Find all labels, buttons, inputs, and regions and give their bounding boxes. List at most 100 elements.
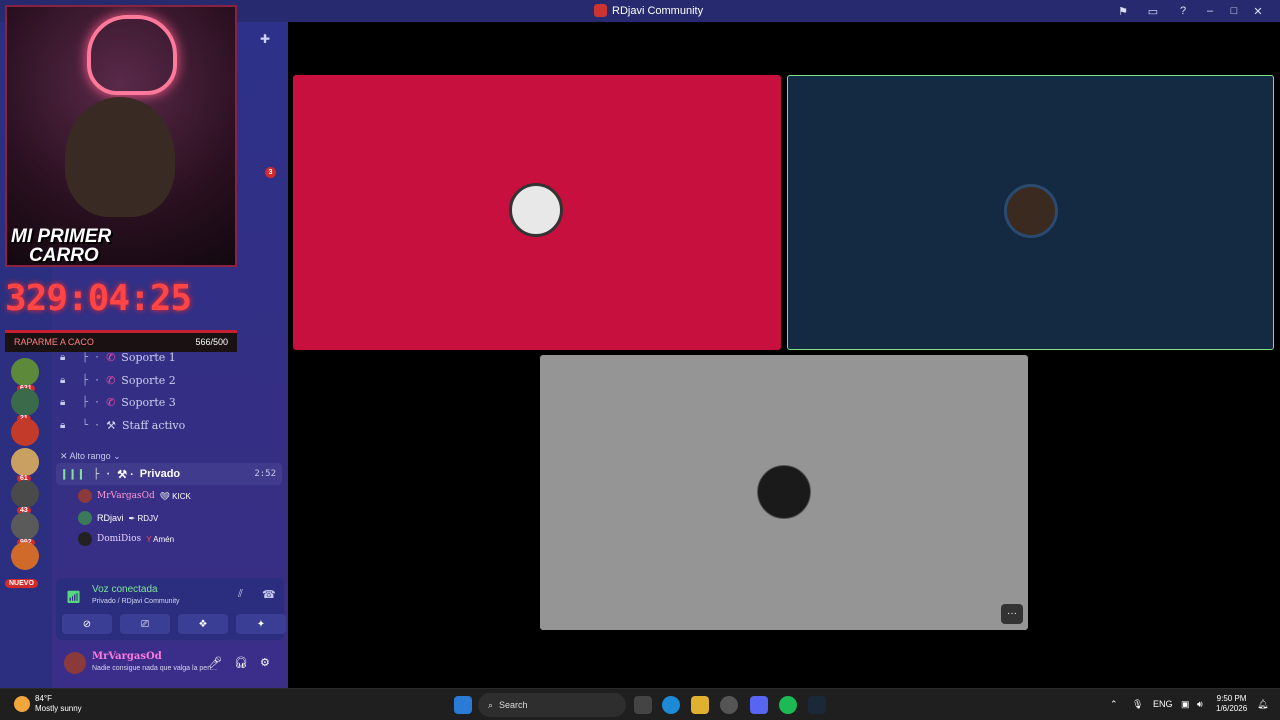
maximize-icon[interactable]: □ [1222, 2, 1246, 20]
goal-value: 566/500 [195, 337, 228, 347]
avatar[interactable] [64, 652, 86, 674]
member-tag-text: KICK [172, 491, 191, 501]
weather-condition: Mostly sunny [35, 704, 82, 713]
search-placeholder: Search [499, 700, 528, 710]
notifications-icon[interactable]: 🔔︎ [1257, 699, 1268, 710]
weather-text: 84°F Mostly sunny [35, 694, 82, 714]
weather-icon [14, 696, 30, 712]
screen-share-button[interactable]: ⎚ [120, 614, 170, 634]
windows-taskbar: 84°F Mostly sunny ⌕ Search ⌃ 🎙︎ ENG ▣ 🔊︎… [0, 688, 1280, 720]
search-icon: ⌕ [488, 699, 494, 710]
video-tile[interactable] [293, 75, 781, 350]
member-name: DomiDios [97, 534, 142, 544]
clock-time: 9:50 PM [1216, 694, 1247, 703]
member-tag-text: RDJV [137, 513, 159, 523]
channel-staff-activo[interactable]: 🔒︎ └ · ⚒ Staff activo [60, 415, 185, 435]
tools-icon: ⚒ [106, 418, 116, 432]
channel-soporte-2[interactable]: 🔒︎ ├ · ✆ Soporte 2 [60, 370, 176, 390]
mic-icon[interactable]: 🎤︎ [208, 656, 222, 669]
user-panel: MrVargasOd Nadie consigue nada que valga… [56, 644, 284, 682]
call-duration: 2:52 [254, 469, 276, 479]
add-user-icon[interactable]: ✚ [260, 32, 270, 46]
tray-overflow-icon[interactable]: ⌃ [1110, 699, 1118, 710]
channel-privado[interactable]: ❙❙❙ ├ · ⚒ · Privado 2:52 [56, 463, 282, 485]
user-name[interactable]: MrVargasOd [92, 651, 162, 662]
member-tag: 💚︎ KICK [159, 491, 191, 501]
signal-icon[interactable]: 📶︎ [66, 590, 81, 604]
headphones-icon[interactable]: 🎧︎ [234, 656, 248, 669]
server-icon[interactable] [11, 418, 39, 446]
file-explorer-icon[interactable] [691, 696, 709, 714]
window-title-text: RDjavi Community [612, 4, 704, 17]
help-icon[interactable]: ? [1168, 2, 1198, 20]
server-icon[interactable]: 43 [11, 480, 39, 514]
title-bar-actions: ⚑ ▭ ? – □ ✕ [1108, 2, 1270, 20]
settings-gear-icon[interactable]: ⚙ [260, 656, 270, 669]
steam-icon[interactable] [808, 696, 826, 714]
edge-icon[interactable] [662, 696, 680, 714]
app-icon [594, 4, 607, 17]
mic-tray-icon[interactable]: 🎙︎ [1132, 699, 1143, 710]
voice-member[interactable]: RDjavi ✒ RDJV [78, 509, 158, 527]
avatar [78, 489, 92, 503]
camera-off-button[interactable]: ⊘ [62, 614, 112, 634]
member-tag: Y Amén [146, 534, 175, 544]
neon-sign [87, 15, 177, 95]
tree-connector: └ · [82, 419, 101, 431]
avatar [78, 532, 92, 546]
voice-member[interactable]: MrVargasOd 💚︎ KICK [78, 487, 191, 505]
phone-icon: ✆ [106, 395, 116, 409]
network-icon[interactable]: ▣ [1181, 699, 1190, 710]
screen-icon[interactable]: ▭ [1138, 2, 1168, 20]
chevron-down-icon: ⌄ [110, 451, 121, 461]
noise-suppression-icon[interactable]: ⫽ [238, 588, 243, 601]
discord-icon[interactable] [750, 696, 768, 714]
overlay-caption: MI PRIMER CARRO [11, 227, 111, 265]
discord-window: RDjavi Community ⚑ ▭ ? – □ ✕ 631 21 61 4… [0, 0, 1280, 688]
spotify-icon[interactable] [779, 696, 797, 714]
inbox-flag-icon[interactable]: ⚑ [1108, 2, 1138, 20]
language-indicator[interactable]: ENG [1153, 699, 1173, 709]
user-status: Nadie consigue nada que valga la pen... [92, 665, 217, 672]
search-box[interactable]: ⌕ Search [478, 693, 626, 717]
voice-connection-panel: 📶︎ Voz conectada Privado / RDjavi Commun… [56, 578, 286, 640]
soundboard-button[interactable]: ✦ [236, 614, 286, 634]
tree-connector: ├ · [82, 374, 101, 386]
voice-location[interactable]: Privado / RDjavi Community [92, 598, 180, 605]
activities-button[interactable]: ❖ [178, 614, 228, 634]
voice-status[interactable]: Voz conectada [92, 584, 158, 595]
member-name: RDjavi [97, 513, 124, 523]
video-tile-speaking[interactable] [787, 75, 1274, 350]
server-icon[interactable] [11, 542, 39, 570]
new-badge: NUEVO [5, 579, 38, 588]
member-tag-text: Amén [153, 534, 175, 544]
minimize-icon[interactable]: – [1198, 2, 1222, 20]
lock-icon: 🔒︎ [60, 419, 66, 431]
server-icon[interactable]: 631 [11, 358, 39, 392]
disconnect-icon[interactable]: ☎ [262, 588, 276, 601]
server-icon[interactable]: 61 [11, 448, 39, 482]
close-icon[interactable]: ✕ [1246, 2, 1270, 20]
streamer-figure [65, 97, 175, 217]
weather-temp: 84°F [35, 694, 52, 703]
windows-start-icon[interactable] [454, 696, 472, 714]
member-tag: ✒ RDJV [128, 513, 159, 523]
voice-activity-icon: ❙❙❙ [60, 468, 86, 480]
caption-line-2: CARRO [29, 245, 99, 266]
video-tile[interactable] [540, 355, 1028, 630]
more-options-button[interactable]: ··· [1001, 604, 1023, 624]
weather-widget[interactable]: 84°F Mostly sunny [14, 694, 82, 714]
channel-soporte-3[interactable]: 🔒︎ ├ · ✆ Soporte 3 [60, 392, 176, 412]
channel-label: Staff activo [121, 418, 186, 432]
subathon-timer: 329:04:25 [5, 278, 192, 319]
server-icon[interactable]: 992 [11, 512, 39, 546]
task-view-icon[interactable] [634, 696, 652, 714]
clock[interactable]: 9:50 PM 1/6/2026 [1216, 694, 1247, 714]
server-icon[interactable]: 21 [11, 388, 39, 422]
channel-label: Privado [139, 468, 181, 480]
category-header[interactable]: ✕ Alto rango ⌄ [60, 451, 121, 462]
chrome-icon[interactable] [720, 696, 738, 714]
volume-icon[interactable]: 🔊︎ [1197, 699, 1203, 710]
voice-member[interactable]: DomiDios Y Amén [78, 530, 174, 548]
channel-label: Soporte 3 [121, 395, 176, 409]
